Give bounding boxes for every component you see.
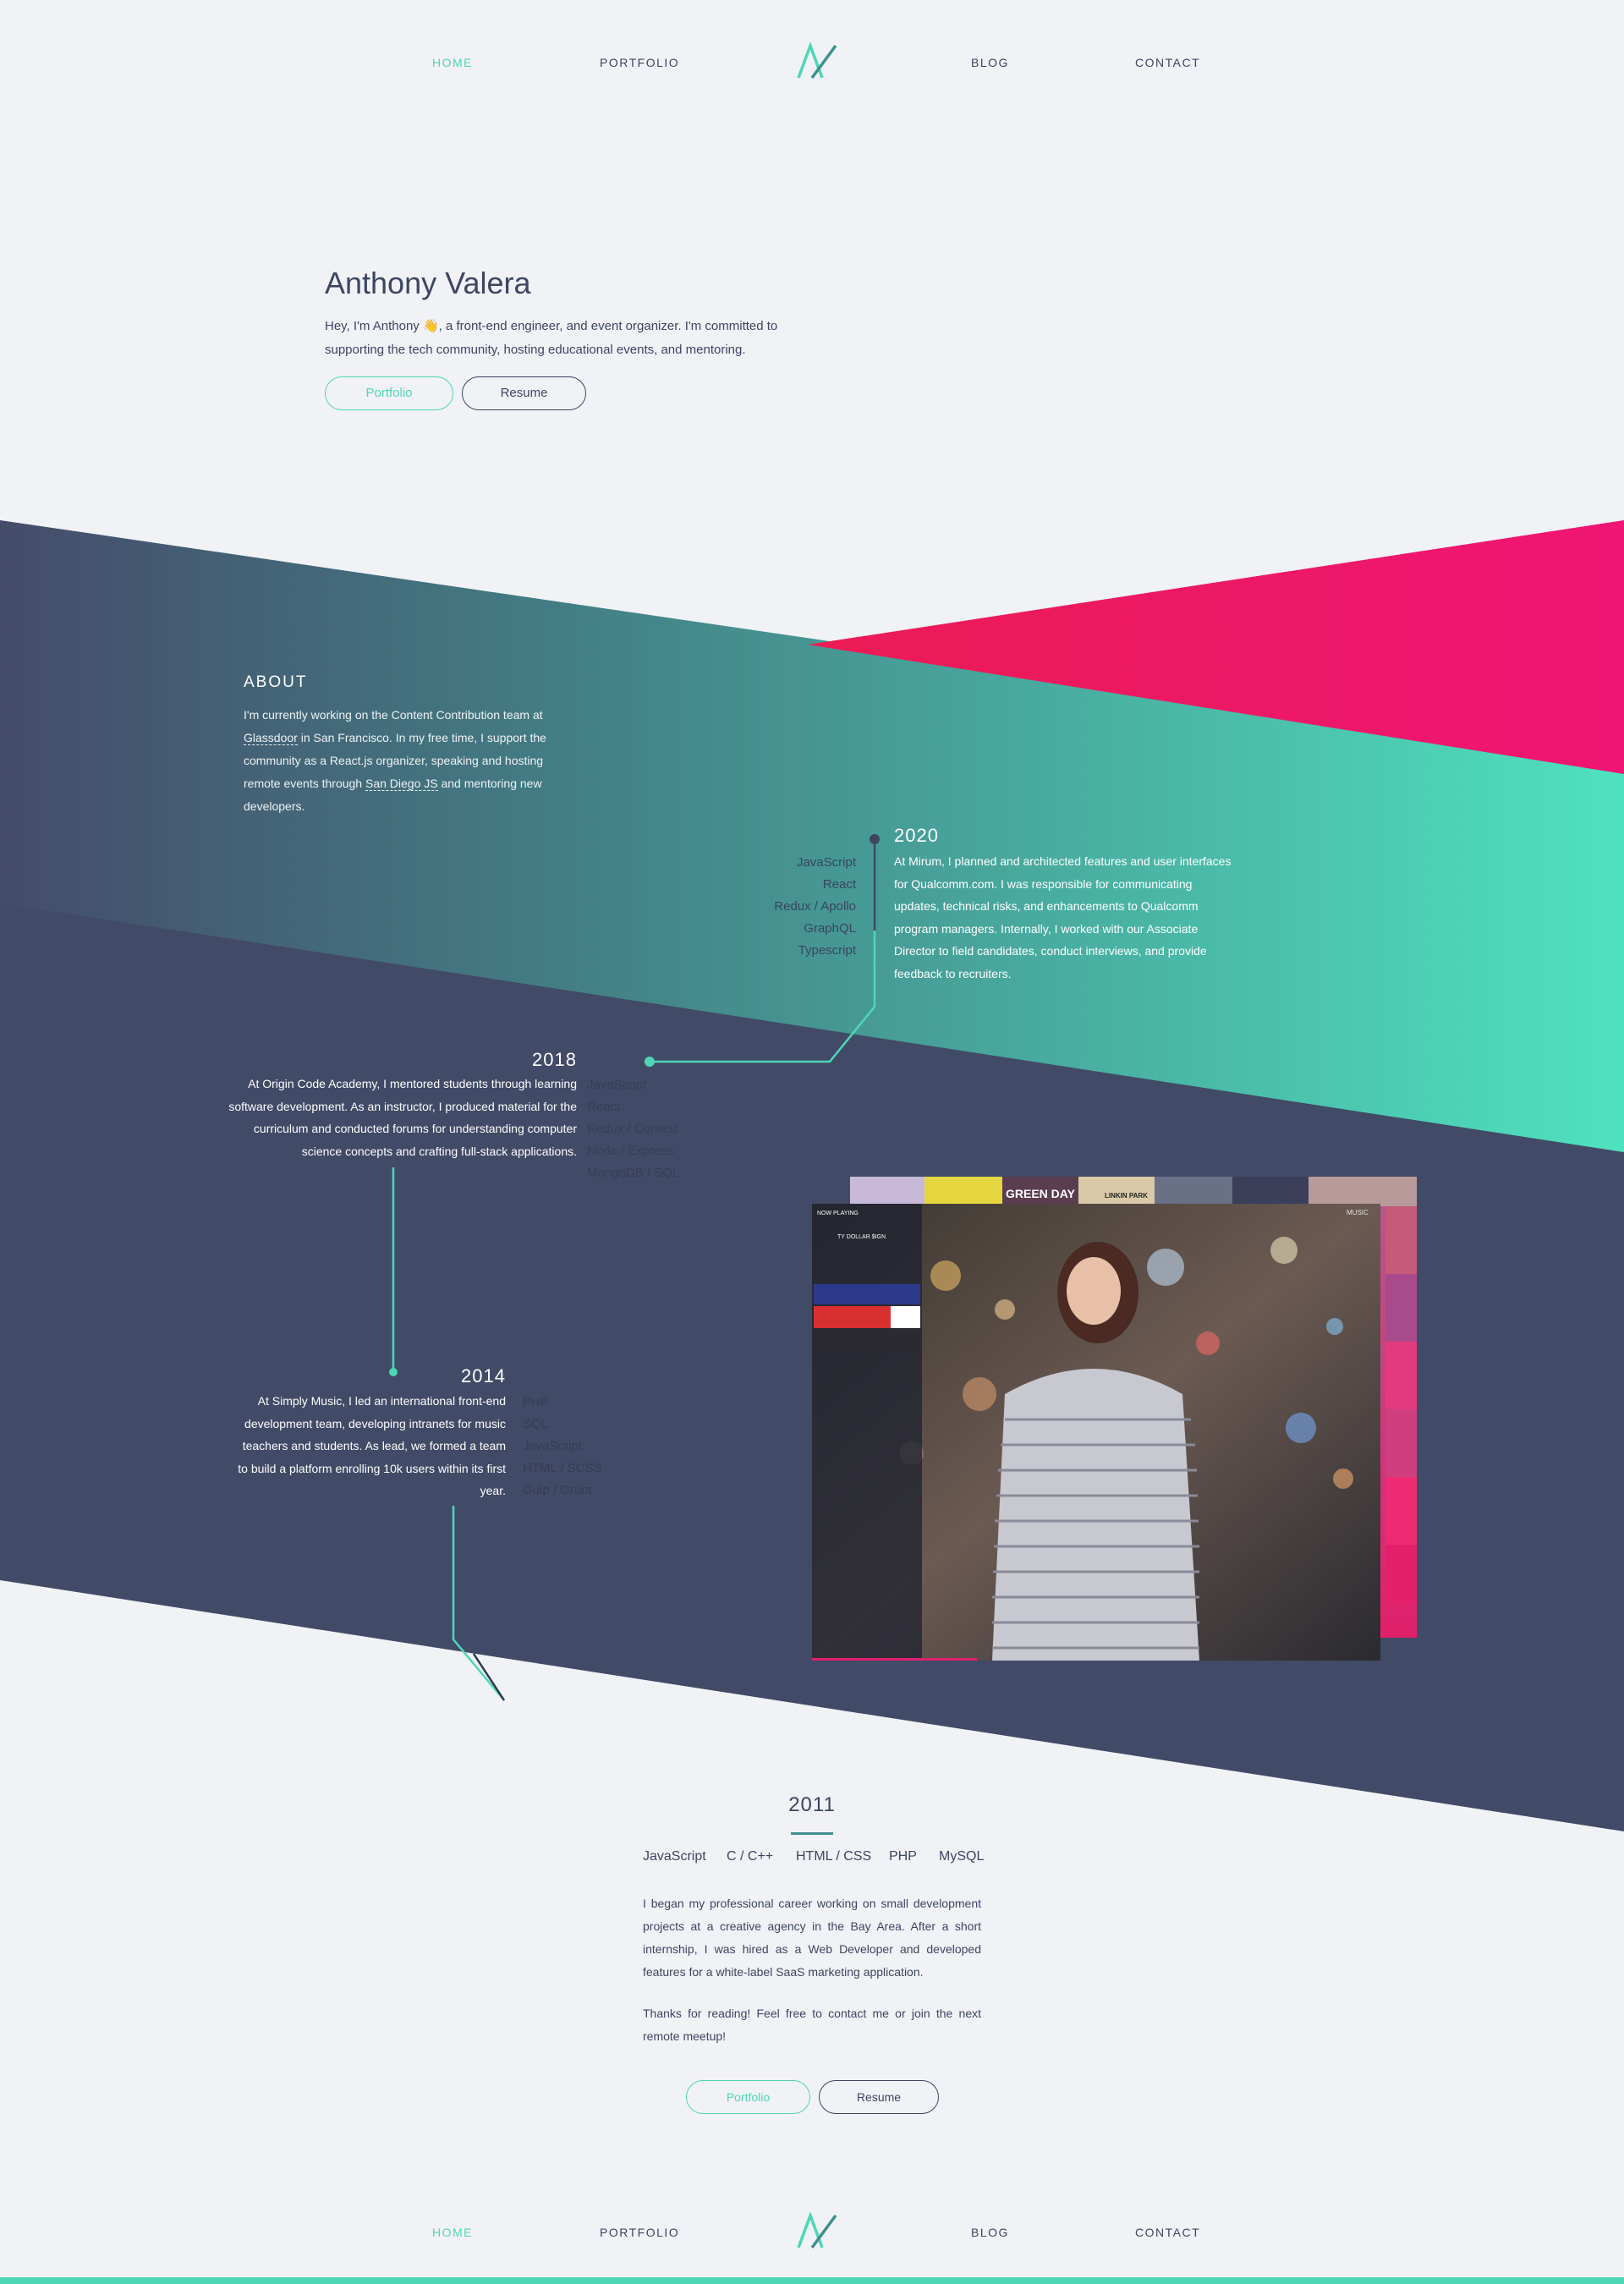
skill-item: React: [822, 877, 856, 892]
footer-nav-contact[interactable]: CONTACT: [1135, 2224, 1200, 2241]
timeline-text-2018: At Origin Code Academy, I mentored stude…: [228, 1077, 577, 1158]
hero-intro-start: Hey, I'm Anthony: [325, 319, 423, 333]
playlist-row-thumb: [891, 1306, 920, 1328]
progress-bar: [812, 1658, 977, 1661]
timeline-text-2014: At Simply Music, I led an international …: [238, 1394, 506, 1497]
skill-item: GraphQL: [804, 921, 856, 936]
resume-button[interactable]: Resume: [462, 376, 586, 410]
timeline-tail: [472, 1653, 506, 1701]
about-text-1: I'm currently working on the Content Con…: [244, 708, 543, 722]
av-logo-icon[interactable]: [795, 2212, 842, 2251]
nav-contact[interactable]: CONTACT: [1135, 54, 1200, 71]
final-skill: PHP: [889, 1849, 917, 1864]
san-diego-js-link[interactable]: San Diego JS: [365, 777, 438, 791]
skill-item: Gulp / Grunt: [523, 1483, 592, 1497]
timeline-dot-2020: [870, 834, 880, 844]
footer-nav: HOME PORTFOLIO BLOG CONTACT: [0, 2212, 1624, 2275]
final-paragraph-1: I began my professional career working o…: [643, 1897, 981, 1979]
player-sidebar: [812, 1204, 922, 1661]
year-underline: [791, 1832, 833, 1835]
portfolio-button-bottom[interactable]: Portfolio: [686, 2080, 810, 2114]
now-playing-track: TY DOLLAR $IGN: [837, 1234, 886, 1240]
nav-portfolio[interactable]: PORTFOLIO: [600, 54, 679, 71]
final-year: 2011: [788, 1793, 836, 1816]
skill-item: React: [587, 1100, 621, 1114]
final-skill: JavaScript: [643, 1849, 706, 1864]
now-playing-label: NOW PLAYING: [817, 1211, 859, 1216]
skill-item: Redux / Context: [587, 1122, 678, 1136]
footer-nav-home[interactable]: HOME: [432, 2224, 473, 2241]
final-skill: HTML / CSS: [796, 1849, 872, 1864]
about-heading: ABOUT: [244, 673, 308, 691]
timeline-skills-2020: JavaScript React Redux / Apollo GraphQL …: [727, 852, 856, 962]
final-paragraph-2: Thanks for reading! Feel free to contact…: [643, 2007, 981, 2043]
skill-item: SQL: [523, 1417, 549, 1431]
bottom-accent-bar: [0, 2277, 1624, 2284]
nav-home[interactable]: HOME: [432, 54, 473, 71]
playlist-row: [814, 1330, 920, 1350]
resume-button-bottom[interactable]: Resume: [819, 2080, 939, 2114]
page-title: Anthony Valera: [325, 266, 531, 300]
skill-item: Typescript: [798, 943, 856, 958]
skill-item: Redux / Apollo: [774, 899, 856, 914]
footer-nav-blog[interactable]: BLOG: [971, 2224, 1009, 2241]
skill-item: PHP: [523, 1395, 549, 1409]
portfolio-collage-image[interactable]: GREEN DAY LINKIN PARK NOW PLAYING TY DOL…: [810, 1174, 1419, 1665]
final-skill: MySQL: [939, 1849, 985, 1864]
timeline-dot-2014: [389, 1368, 398, 1376]
av-logo-icon[interactable]: [795, 42, 842, 81]
timeline-year-2014: 2014: [461, 1365, 506, 1386]
skill-item: JavaScript: [523, 1439, 583, 1453]
skill-item: JavaScript: [796, 855, 856, 870]
album-tile-linkin-park: LINKIN PARK: [1105, 1192, 1148, 1200]
hero-intro: Hey, I'm Anthony 👋, a front-end engineer…: [325, 315, 832, 362]
timeline-text-2020: At Mirum, I planned and architected feat…: [894, 854, 1232, 980]
portfolio-button[interactable]: Portfolio: [325, 376, 453, 410]
album-tile-green-day: GREEN DAY: [1006, 1187, 1076, 1200]
timeline-year-2020: 2020: [894, 825, 939, 846]
waving-hand-icon: 👋: [422, 319, 439, 333]
footer-nav-portfolio[interactable]: PORTFOLIO: [600, 2224, 679, 2241]
glassdoor-link[interactable]: Glassdoor: [244, 731, 298, 745]
timeline-dot-2018: [645, 1057, 655, 1067]
skill-item: HTML / SCSS: [523, 1461, 602, 1475]
music-label: MUSIC: [1347, 1209, 1369, 1216]
timeline-skills-2018: JavaScript React Redux / Context Node / …: [587, 1074, 739, 1184]
timeline-skills-2014: PHP SQL JavaScript HTML / SCSS Gulp / Gr…: [523, 1392, 650, 1502]
skill-item: Node / Express: [587, 1144, 674, 1158]
top-nav: HOME PORTFOLIO BLOG CONTACT: [0, 42, 1624, 105]
playlist-row: [814, 1284, 920, 1304]
nav-blog[interactable]: BLOG: [971, 54, 1009, 71]
skill-item: JavaScript: [587, 1078, 647, 1092]
about-text: I'm currently working on the Content Con…: [244, 704, 565, 818]
timeline-year-2018: 2018: [532, 1049, 577, 1070]
final-skill: C / C++: [727, 1849, 774, 1864]
skill-item: MongoDB / SQL: [587, 1166, 680, 1180]
